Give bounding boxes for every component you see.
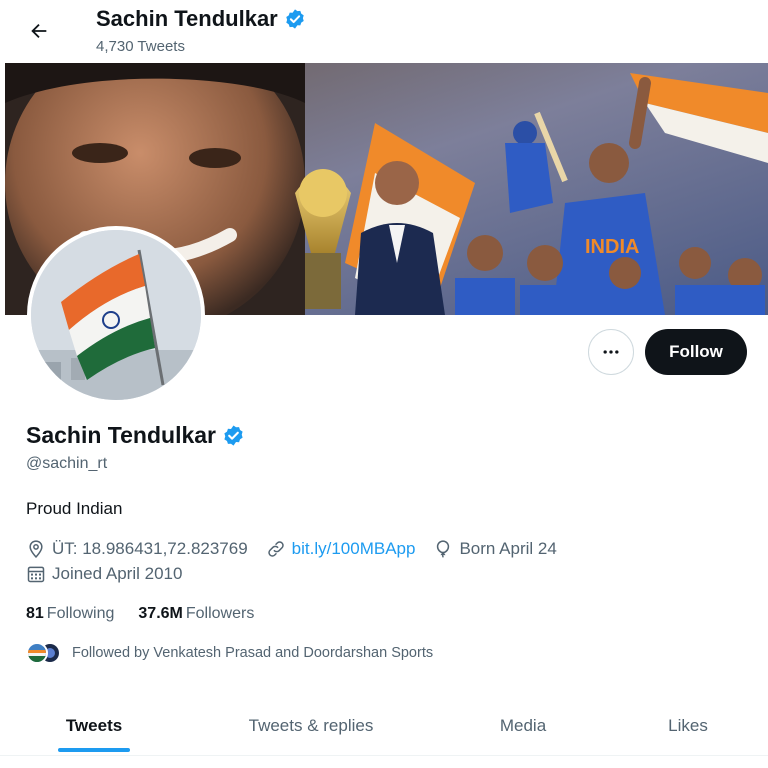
followed-by-avatars	[26, 642, 62, 664]
birthday-text: Born April 24	[459, 539, 557, 558]
profile-name: Sachin Tendulkar	[26, 422, 217, 448]
follow-button[interactable]: Follow	[645, 329, 747, 375]
follower-avatar	[26, 642, 48, 664]
profile-avatar[interactable]	[27, 226, 205, 404]
verified-badge-icon	[224, 425, 243, 446]
header-title: Sachin Tendulkar	[96, 6, 278, 31]
profile-birthday: Born April 24	[433, 539, 557, 559]
profile-joined: Joined April 2010	[26, 564, 182, 584]
profile-website: bit.ly/100MBApp	[266, 539, 416, 559]
tab-media[interactable]: Media	[470, 696, 576, 756]
calendar-icon	[27, 566, 45, 583]
more-options-icon	[603, 350, 619, 354]
followers-count: 37.6M	[138, 605, 183, 622]
verified-badge-icon	[286, 9, 304, 29]
website-link[interactable]: bit.ly/100MBApp	[292, 539, 416, 559]
profile-tabs: Tweets Tweets & replies Media Likes	[0, 696, 768, 756]
tab-tweets[interactable]: Tweets	[38, 696, 150, 756]
more-options-button[interactable]	[588, 329, 634, 375]
followed-by-text: Followed by Venkatesh Prasad and Doordar…	[72, 645, 434, 661]
profile-meta-row: ÜT: 18.986431,72.823769 bit.ly/100MBApp …	[26, 539, 575, 559]
tab-likes[interactable]: Likes	[642, 696, 734, 756]
tweet-count: 4,730 Tweets	[96, 38, 185, 55]
profile-name-row: Sachin Tendulkar	[26, 422, 245, 449]
link-icon	[267, 541, 284, 557]
back-button[interactable]	[22, 14, 56, 48]
following-label: Following	[46, 605, 115, 622]
followers-label: Followers	[185, 605, 255, 622]
location-text: ÜT: 18.986431,72.823769	[52, 539, 248, 558]
profile-location: ÜT: 18.986431,72.823769	[26, 539, 248, 559]
following-count: 81	[26, 605, 44, 622]
header-title-row: Sachin Tendulkar	[96, 6, 306, 32]
followed-by[interactable]: Followed by Venkatesh Prasad and Doordar…	[26, 642, 433, 664]
tab-tweets-replies[interactable]: Tweets & replies	[220, 696, 402, 756]
balloon-icon	[437, 540, 450, 558]
profile-joined-row: Joined April 2010	[26, 564, 200, 584]
profile-stats: 81 Following 37.6M Followers	[26, 605, 254, 623]
svg-text:INDIA: INDIA	[585, 236, 639, 258]
following-stat[interactable]: 81 Following	[26, 605, 114, 623]
profile-bio: Proud Indian	[26, 499, 123, 518]
active-tab-indicator	[58, 748, 130, 752]
profile-header-bar: Sachin Tendulkar 4,730 Tweets	[0, 0, 768, 62]
arrow-left-icon	[31, 23, 47, 39]
location-pin-icon	[29, 540, 43, 558]
followers-stat[interactable]: 37.6M Followers	[138, 605, 254, 623]
profile-handle: @sachin_rt	[26, 455, 108, 472]
joined-text: Joined April 2010	[52, 564, 183, 583]
